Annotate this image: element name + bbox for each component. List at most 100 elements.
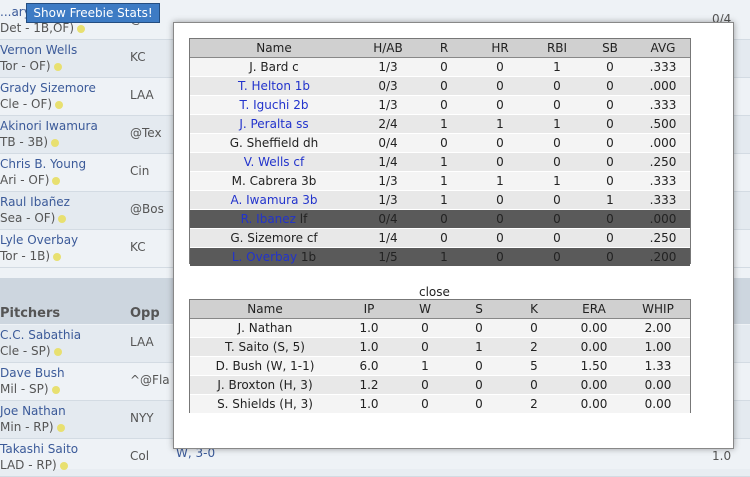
stat-r: 1 xyxy=(418,152,470,172)
opponent: LAA xyxy=(130,335,154,349)
player-cell: T. Helton 1b xyxy=(190,76,358,96)
pitcher-team-pos: Cle - SP) xyxy=(0,344,51,358)
stat-rbi: 0 xyxy=(530,76,584,96)
pitcher-name-text[interactable]: Takashi Saito xyxy=(0,442,78,456)
stat-avg: .500 xyxy=(636,114,690,134)
pitching-row: J. Broxton (H, 3) 1.2 0 0 0 0.00 0.00 xyxy=(190,375,690,395)
pitcher-name-text[interactable]: Joe Nathan xyxy=(0,404,66,418)
batting-row: G. Sheffield dh 0/4 0 0 0 0.000 xyxy=(190,133,690,153)
batting-row: J. Peralta ss 2/4 1 1 1 0.500 xyxy=(190,114,690,134)
stat-avg: .200 xyxy=(636,247,690,267)
stat-hr: 0 xyxy=(470,57,530,77)
stat-s: 0 xyxy=(452,375,506,395)
pitcher-name[interactable]: C.C. Sabathia Cle - SP) xyxy=(0,327,125,359)
pitching-row: S. Shields (H, 3) 1.0 0 0 2 0.00 0.00 xyxy=(190,394,690,414)
player-name[interactable]: V. Wells cf xyxy=(244,155,304,169)
column-header: S xyxy=(452,300,506,319)
player-name[interactable]: Chris B. Young Ari - OF) xyxy=(0,156,125,188)
stat-ip: 1.0 xyxy=(340,337,398,357)
pitcher-name[interactable]: Dave Bush Mil - SP) xyxy=(0,365,125,397)
column-header: ERA xyxy=(562,300,626,319)
pitcher-team-pos: Mil - SP) xyxy=(0,382,49,396)
note-icon xyxy=(53,62,62,71)
player-name[interactable]: Vernon Wells Tor - OF) xyxy=(0,42,125,74)
stat-ip: 6.0 xyxy=(340,356,398,376)
opp-header: Opp xyxy=(130,306,160,321)
stat-hab: 0/4 xyxy=(358,133,418,153)
player-cell: G. Sizemore cf xyxy=(190,228,358,248)
stat-avg: .000 xyxy=(636,76,690,96)
column-header: HR xyxy=(470,39,530,58)
player-name[interactable]: Raul Ibañez Sea - OF) xyxy=(0,194,125,226)
column-header: K xyxy=(506,300,562,319)
column-header: R xyxy=(418,39,470,58)
batting-row: T. Iguchi 2b 1/3 0 0 0 0.333 xyxy=(190,95,690,115)
stat-k: 0 xyxy=(506,318,562,338)
stat-sb: 0 xyxy=(584,133,636,153)
stat-rbi: 0 xyxy=(530,95,584,115)
stat-hr: 1 xyxy=(470,171,530,191)
stat-rbi: 1 xyxy=(530,171,584,191)
stat-w: 0 xyxy=(398,337,452,357)
player-name-text[interactable]: Akinori Iwamura xyxy=(0,119,98,133)
player-name-text[interactable]: Lyle Overbay xyxy=(0,233,78,247)
player-name[interactable]: T. Iguchi 2b xyxy=(240,98,309,112)
player-name[interactable]: Lyle Overbay Tor - 1B) xyxy=(0,232,125,264)
pitcher-name-text[interactable]: Dave Bush xyxy=(0,366,65,380)
stat-era: 0.00 xyxy=(562,337,626,357)
column-header: RBI xyxy=(530,39,584,58)
stat-sb: 0 xyxy=(584,95,636,115)
stat-hab: 2/4 xyxy=(358,114,418,134)
pitcher-name[interactable]: Joe Nathan Min - RP) xyxy=(0,403,125,435)
player-name: M. Cabrera 3b xyxy=(231,174,317,188)
stat-r: 0 xyxy=(418,95,470,115)
column-header: Name xyxy=(190,39,358,58)
player-name[interactable]: J. Peralta ss xyxy=(239,117,308,131)
pitcher-name-text[interactable]: C.C. Sabathia xyxy=(0,328,81,342)
player-team-pos: Sea - OF) xyxy=(0,211,56,225)
stat-avg: .250 xyxy=(636,152,690,172)
pitcher-name: J. Nathan xyxy=(190,318,340,338)
player-name[interactable]: L. Overbay xyxy=(232,250,297,264)
player-name[interactable]: Akinori Iwamura TB - 3B) xyxy=(0,118,125,150)
player-team-pos: Cle - OF) xyxy=(0,97,53,111)
stat-r: 1 xyxy=(418,190,470,210)
stat-sb: 0 xyxy=(584,76,636,96)
player-cell: G. Sheffield dh xyxy=(190,133,358,153)
show-freebie-stats-button[interactable]: Show Freebie Stats! xyxy=(26,3,160,23)
stat-ip: 1.2 xyxy=(340,375,398,395)
batting-row: G. Sizemore cf 1/4 0 0 0 0.250 xyxy=(190,228,690,248)
stat-hr: 0 xyxy=(470,190,530,210)
stat-hab: 1/4 xyxy=(358,228,418,248)
pitcher-team-pos: Min - RP) xyxy=(0,420,54,434)
player-name[interactable]: Grady Sizemore Cle - OF) xyxy=(0,80,125,112)
opponent: KC xyxy=(130,50,146,64)
pitcher-team-pos: LAD - RP) xyxy=(0,458,57,472)
player-team-pos: Tor - OF) xyxy=(0,59,51,73)
player-name[interactable]: R. Ibanez xyxy=(241,212,296,226)
column-header: WHIP xyxy=(626,300,690,319)
pitcher-name[interactable]: Takashi Saito LAD - RP) xyxy=(0,441,125,473)
stat-hab: 1/4 xyxy=(358,152,418,172)
player-name-text[interactable]: Grady Sizemore xyxy=(0,81,96,95)
stat-whip: 1.00 xyxy=(626,337,690,357)
note-icon xyxy=(51,138,60,147)
opponent: NYY xyxy=(130,411,154,425)
stat-r: 0 xyxy=(418,209,470,229)
pitcher-name: T. Saito (S, 5) xyxy=(190,337,340,357)
stat-w: 0 xyxy=(398,394,452,414)
player-name-text[interactable]: Vernon Wells xyxy=(0,43,77,57)
player-name[interactable]: A. Iwamura 3b xyxy=(231,193,318,207)
column-header: Name xyxy=(190,300,340,319)
player-name-text[interactable]: Chris B. Young xyxy=(0,157,86,171)
stat-sb: 0 xyxy=(584,247,636,267)
stat-hr: 0 xyxy=(470,133,530,153)
player-cell: R. Ibanez lf xyxy=(190,209,358,229)
stat-sb: 0 xyxy=(584,228,636,248)
close-link[interactable]: close xyxy=(419,285,450,299)
player-name[interactable]: T. Helton 1b xyxy=(238,79,310,93)
player-cell: A. Iwamura 3b xyxy=(190,190,358,210)
player-name-text[interactable]: Raul Ibañez xyxy=(0,195,70,209)
batting-row: V. Wells cf 1/4 1 0 0 0.250 xyxy=(190,152,690,172)
pitching-row: D. Bush (W, 1-1) 6.0 1 0 5 1.50 1.33 xyxy=(190,356,690,376)
